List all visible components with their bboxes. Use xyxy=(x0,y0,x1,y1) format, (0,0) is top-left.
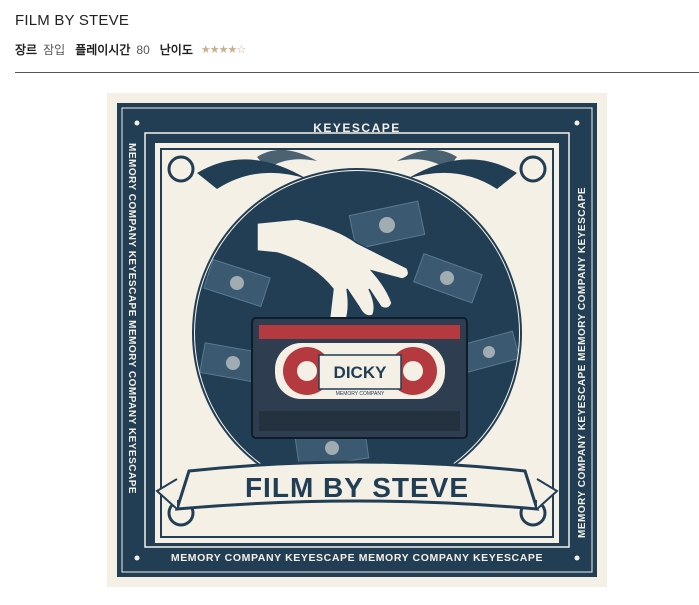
divider xyxy=(15,72,699,73)
difficulty-label: 난이도 xyxy=(159,43,193,57)
genre-value: 잠입 xyxy=(43,43,66,57)
brand-bottom: MEMORY COMPANY KEYESCAPE MEMORY COMPANY … xyxy=(171,552,543,564)
game-info-row: 장르 잠입 플레이시간 80 난이도 ★★★★☆ xyxy=(15,41,246,58)
side-text-right: MEMORY COMPANY KEYESCAPE MEMORY COMPANY … xyxy=(577,187,588,538)
difficulty-stars: ★★★★☆ xyxy=(200,44,246,56)
playtime-label: 플레이시간 xyxy=(75,43,131,57)
page-title: FILM BY STEVE xyxy=(15,12,130,29)
game-poster-image: DICKY MEMORY COMPANY FILM BY STEVE KEYES… xyxy=(107,93,607,587)
genre-label: 장르 xyxy=(15,43,38,57)
playtime-value: 80 xyxy=(136,42,150,57)
tape-label: DICKY xyxy=(334,363,388,382)
brand-top: KEYESCAPE xyxy=(313,121,401,135)
tape-sublabel: MEMORY COMPANY xyxy=(336,391,385,397)
banner-title: FILM BY STEVE xyxy=(245,472,469,503)
side-text-left: MEMORY COMPANY KEYESCAPE MEMORY COMPANY … xyxy=(126,143,137,494)
